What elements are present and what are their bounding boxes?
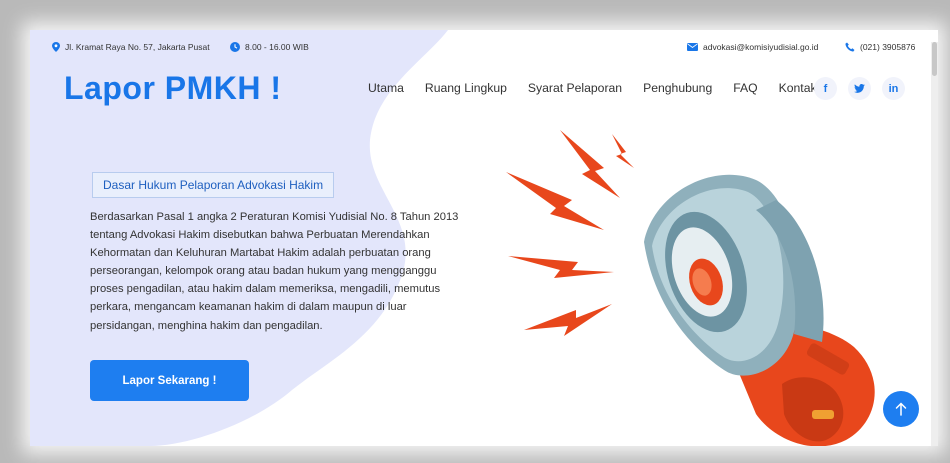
nav-item-ruang-lingkup[interactable]: Ruang Lingkup (425, 81, 507, 95)
paragraph-line: Kehormatan dan Keluhuran Martabat Hakim … (90, 247, 431, 260)
linkedin-glyph: in (888, 82, 899, 95)
paragraph-line: Berdasarkan Pasal 1 angka 2 Peraturan Ko… (90, 211, 459, 223)
address-text: Jl. Kramat Raya No. 57, Jakarta Pusat (65, 42, 210, 52)
nav-item-kontak[interactable]: Kontak (779, 81, 817, 95)
address-info: Jl. Kramat Raya No. 57, Jakarta Pusat (52, 42, 210, 52)
scrollbar[interactable] (931, 42, 938, 446)
phone-text[interactable]: (021) 3905876 (860, 42, 915, 52)
report-now-button[interactable]: Lapor Sekarang ! (90, 360, 249, 401)
phone-icon (845, 42, 855, 52)
paragraph-line: perseorangan, kelompok orang atau badan … (90, 265, 437, 278)
hours-info: 8.00 - 16.00 WIB (230, 42, 309, 52)
hours-text: 8.00 - 16.00 WIB (245, 42, 309, 52)
facebook-icon[interactable]: f (814, 77, 837, 100)
twitter-bird-icon (854, 84, 865, 93)
email-text[interactable]: advokasi@komisiyudisial.go.id (703, 42, 818, 52)
nav-item-utama[interactable]: Utama (368, 81, 404, 95)
scrollbar-thumb[interactable] (932, 42, 937, 76)
paragraph-line: proses pengadilan, atau hakim dalam meme… (90, 283, 441, 296)
legal-basis-badge: Dasar Hukum Pelaporan Advokasi Hakim (92, 172, 335, 198)
megaphone-illustration (506, 130, 875, 446)
paragraph-line: tentang Advokasi Hakim disebutkan bahwa … (90, 229, 430, 242)
twitter-icon[interactable] (848, 77, 871, 100)
email-info[interactable]: advokasi@komisiyudisial.go.id (687, 42, 818, 52)
linkedin-icon[interactable]: in (882, 77, 905, 100)
nav-item-faq[interactable]: FAQ (733, 81, 757, 95)
nav-item-penghubung[interactable]: Penghubung (643, 81, 712, 95)
nav-item-syarat-pelaporan[interactable]: Syarat Pelaporan (528, 81, 622, 95)
map-pin-icon (52, 42, 60, 52)
clock-icon (230, 42, 240, 52)
main-nav: Utama Ruang Lingkup Syarat Pelaporan Pen… (368, 81, 838, 95)
facebook-glyph: f (823, 82, 828, 95)
site-logo[interactable]: Lapor PMKH ! (64, 70, 282, 107)
phone-info[interactable]: (021) 3905876 (845, 42, 915, 52)
arrow-up-icon (895, 402, 907, 416)
paragraph-line: persidangan, menghina hakim dan pengadil… (90, 319, 323, 332)
legal-basis-paragraph: Berdasarkan Pasal 1 angka 2 Peraturan Ko… (90, 208, 470, 335)
back-to-top-button[interactable] (883, 391, 919, 427)
envelope-icon (687, 43, 698, 51)
top-info-bar: Jl. Kramat Raya No. 57, Jakarta Pusat 8.… (30, 30, 938, 64)
paragraph-line: perkara, mengancam keamanan hakim di dal… (90, 301, 407, 314)
browser-viewport: Jl. Kramat Raya No. 57, Jakarta Pusat 8.… (30, 30, 938, 446)
